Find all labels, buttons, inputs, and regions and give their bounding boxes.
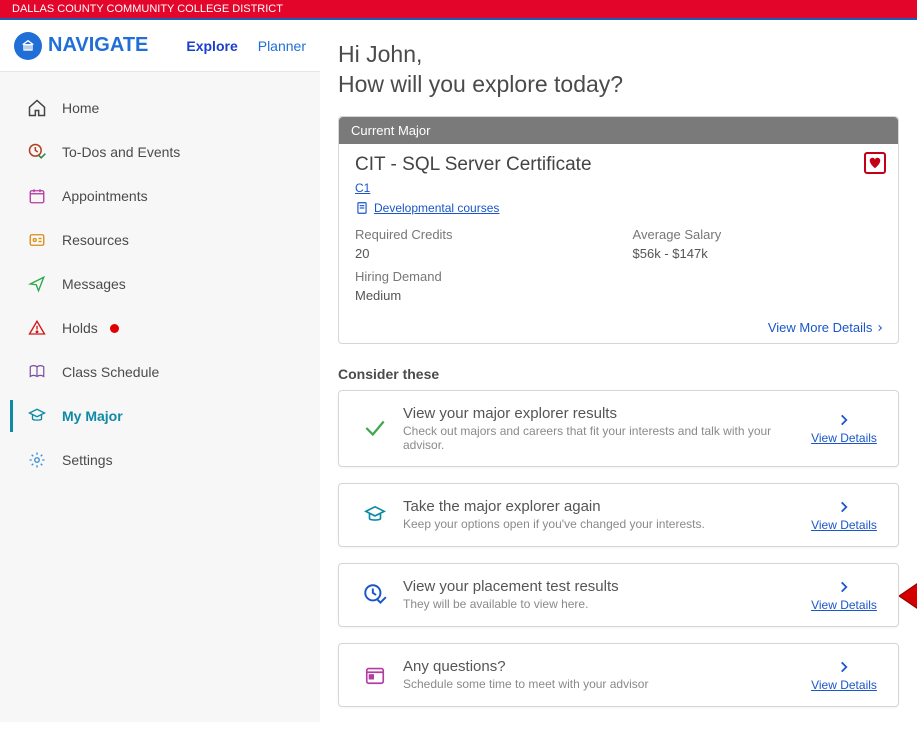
sidebar-item-home[interactable]: Home — [0, 86, 320, 130]
consider-card-title: View your placement test results — [403, 578, 808, 595]
heart-icon — [868, 156, 882, 170]
holds-badge-dot — [110, 324, 119, 333]
org-banner: DALLAS COUNTY COMMUNITY COLLEGE DISTRICT — [0, 0, 917, 18]
consider-card-title: Take the major explorer again — [403, 498, 808, 515]
consider-card-sub: Schedule some time to meet with your adv… — [403, 677, 808, 691]
sidebar-item-label: Holds — [62, 320, 98, 336]
sidebar-item-holds[interactable]: Holds — [0, 306, 320, 350]
sidebar-item-my-major[interactable]: My Major — [0, 394, 320, 438]
view-details-action[interactable]: View Details — [808, 578, 880, 612]
org-banner-text: DALLAS COUNTY COMMUNITY COLLEGE DISTRICT — [12, 3, 283, 15]
major-code-link[interactable]: C1 — [355, 181, 370, 195]
alert-icon — [26, 317, 48, 339]
view-details-link[interactable]: View Details — [811, 431, 877, 445]
chevron-right-icon — [837, 658, 851, 676]
red-arrow-annotation — [899, 577, 917, 615]
greeting-line2: How will you explore today? — [338, 70, 899, 100]
app-header: NAVIGATE Explore Planner — [0, 20, 320, 72]
sidebar: Home To-Dos and Events Appointments Reso… — [0, 72, 320, 722]
favorite-button[interactable] — [864, 152, 886, 174]
view-details-action[interactable]: View Details — [808, 498, 880, 532]
sidebar-item-label: Home — [62, 100, 99, 116]
consider-card-explorer-results[interactable]: View your major explorer results Check o… — [338, 390, 899, 467]
view-details-link[interactable]: View Details — [811, 518, 877, 532]
hiring-demand-value: Medium — [355, 288, 453, 303]
stat-required-credits: Required Credits 20 Hiring Demand Medium — [355, 227, 453, 303]
view-details-action[interactable]: View Details — [808, 411, 880, 445]
clock-check-icon — [357, 582, 393, 608]
grad-cap-icon — [26, 405, 48, 427]
hiring-demand-label: Hiring Demand — [355, 269, 453, 284]
tab-explore[interactable]: Explore — [186, 38, 237, 54]
current-major-card: Current Major CIT - SQL Server Certifica… — [338, 116, 899, 344]
consider-card-placement-test[interactable]: View your placement test results They wi… — [338, 563, 899, 627]
current-major-header: Current Major — [339, 117, 898, 144]
sidebar-item-settings[interactable]: Settings — [0, 438, 320, 482]
consider-card-take-explorer[interactable]: Take the major explorer again Keep your … — [338, 483, 899, 547]
stat-salary: Average Salary $56k - $147k — [633, 227, 722, 303]
doc-icon — [355, 201, 369, 215]
consider-title: Consider these — [338, 366, 899, 382]
sidebar-item-label: Resources — [62, 232, 129, 248]
sidebar-item-label: To-Dos and Events — [62, 144, 180, 160]
logo-text: NAVIGATE — [48, 34, 148, 57]
sidebar-item-resources[interactable]: Resources — [0, 218, 320, 262]
greeting: Hi John, How will you explore today? — [338, 40, 899, 100]
consider-card-sub: Check out majors and careers that fit yo… — [403, 424, 808, 452]
consider-card-title: View your major explorer results — [403, 405, 808, 422]
nav-tabs: Explore Planner — [186, 38, 306, 54]
chevron-right-icon — [837, 578, 851, 596]
view-details-link[interactable]: View Details — [811, 598, 877, 612]
major-title: CIT - SQL Server Certificate — [355, 154, 882, 176]
main-content: Hi John, How will you explore today? Cur… — [320, 20, 917, 753]
developmental-courses-link[interactable]: Developmental courses — [374, 201, 499, 215]
gear-icon — [26, 449, 48, 471]
calendar-icon — [26, 185, 48, 207]
chevron-right-icon — [837, 411, 851, 429]
greeting-line1: Hi John, — [338, 40, 899, 70]
salary-label: Average Salary — [633, 227, 722, 242]
book-icon — [26, 361, 48, 383]
required-credits-label: Required Credits — [355, 227, 453, 242]
sidebar-item-label: Messages — [62, 276, 126, 292]
sidebar-item-messages[interactable]: Messages — [0, 262, 320, 306]
salary-value: $56k - $147k — [633, 246, 722, 261]
grad-cap-icon — [357, 504, 393, 526]
consider-card-sub: Keep your options open if you've changed… — [403, 517, 808, 531]
sidebar-item-label: Class Schedule — [62, 364, 159, 380]
logo-icon — [14, 32, 42, 60]
tab-planner[interactable]: Planner — [258, 38, 306, 54]
chevron-right-icon — [876, 323, 884, 333]
id-icon — [26, 229, 48, 251]
view-more-label: View More Details — [768, 320, 873, 335]
home-icon — [26, 97, 48, 119]
required-credits-value: 20 — [355, 246, 453, 261]
sidebar-item-label: Settings — [62, 452, 113, 468]
sidebar-item-label: Appointments — [62, 188, 148, 204]
send-icon — [26, 273, 48, 295]
sidebar-item-appointments[interactable]: Appointments — [0, 174, 320, 218]
check-icon — [357, 415, 393, 441]
logo[interactable]: NAVIGATE — [14, 32, 148, 60]
chevron-right-icon — [837, 498, 851, 516]
sidebar-item-label: My Major — [62, 408, 123, 424]
clock-check-icon — [26, 141, 48, 163]
view-details-link[interactable]: View Details — [811, 678, 877, 692]
consider-card-sub: They will be available to view here. — [403, 597, 808, 611]
sidebar-item-todos[interactable]: To-Dos and Events — [0, 130, 320, 174]
consider-card-title: Any questions? — [403, 658, 808, 675]
view-more-details-link[interactable]: View More Details — [768, 320, 884, 335]
sidebar-item-schedule[interactable]: Class Schedule — [0, 350, 320, 394]
